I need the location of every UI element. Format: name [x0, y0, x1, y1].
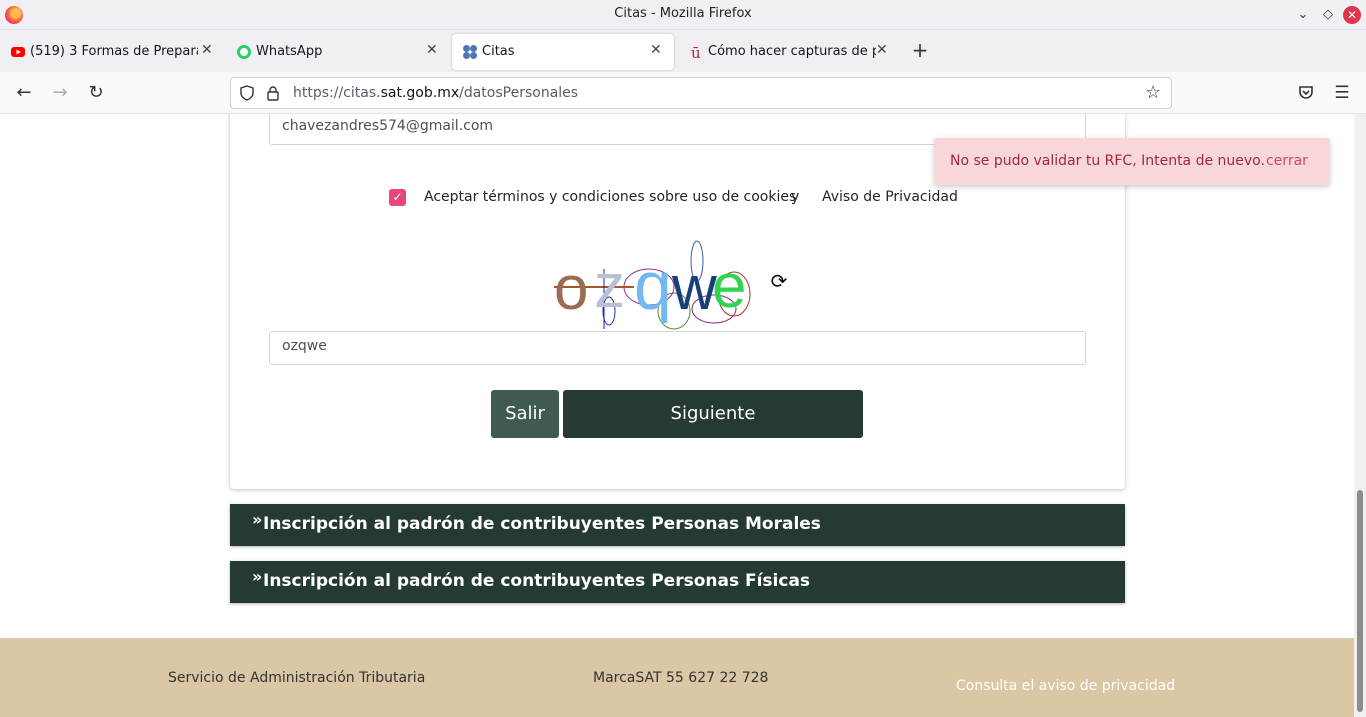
captcha-char-o: o	[554, 254, 588, 323]
shield-icon[interactable]	[239, 85, 255, 101]
close-tab-icon[interactable]: ✕	[650, 42, 662, 58]
maximize-icon[interactable]: ◇	[1319, 6, 1337, 24]
captcha-text-glyphs: o z q w e	[554, 248, 746, 324]
tab-label: Cómo hacer capturas de p	[708, 44, 876, 59]
bookmark-star-icon[interactable]: ☆	[1145, 82, 1161, 103]
new-tab-icon[interactable]: +	[908, 38, 932, 62]
tab-label: WhatsApp	[256, 44, 323, 59]
address-bar[interactable]: https://citas.sat.gob.mx/datosPersonales…	[230, 77, 1172, 109]
terms-checkbox[interactable]: ✓	[389, 189, 406, 206]
citas-icon	[463, 45, 477, 59]
svg-text:ū: ū	[691, 44, 701, 60]
scrollbar-thumb[interactable]	[1357, 490, 1363, 712]
refresh-captcha-icon[interactable]: ⟳	[768, 270, 790, 292]
siguiente-button[interactable]: Siguiente	[563, 390, 863, 438]
accordion-title: Inscripción al padrón de contribuyentes …	[263, 514, 821, 534]
forward-icon[interactable]: →	[49, 82, 71, 104]
captcha-input[interactable]: ozqwe	[269, 331, 1086, 365]
youtube-icon	[11, 47, 25, 57]
tab-label: (519) 3 Formas de Prepara	[30, 44, 198, 59]
terms-label: Aceptar términos y condiciones sobre uso…	[424, 189, 797, 205]
navigation-bar: ← → ↻ https://citas.sat.gob.mx/datosPers…	[0, 72, 1366, 114]
double-chevron-icon: »	[252, 510, 263, 529]
footer-privacy-link[interactable]: Consulta el aviso de privacidad	[956, 678, 1175, 694]
close-tab-icon[interactable]: ✕	[876, 42, 888, 58]
tab-youtube[interactable]: (519) 3 Formas de Prepara ✕	[0, 34, 220, 70]
privacy-link[interactable]: Aviso de Privacidad	[822, 189, 958, 205]
url-text[interactable]: https://citas.sat.gob.mx/datosPersonales	[293, 85, 578, 101]
tab-strip: (519) 3 Formas de Prepara ✕ WhatsApp ✕ C…	[0, 30, 1366, 72]
tab-capturas[interactable]: ū Cómo hacer capturas de p ✕	[678, 34, 900, 70]
terms-connector: y	[791, 189, 800, 205]
accordion-personas-fisicas[interactable]: » Inscripción al padrón de contribuyente…	[230, 561, 1125, 603]
menu-icon[interactable]: ☰	[1331, 82, 1353, 104]
window-titlebar: Citas - Mozilla Firefox ⌄ ◇ ✕	[0, 0, 1366, 30]
toast-message: No se pudo validar tu RFC, Intenta de nu…	[950, 153, 1265, 169]
whatsapp-icon	[237, 45, 251, 59]
close-window-icon[interactable]: ✕	[1343, 6, 1361, 24]
tab-whatsapp[interactable]: WhatsApp ✕	[226, 34, 448, 70]
tab-label: Citas	[482, 44, 515, 59]
error-toast: No se pudo validar tu RFC, Intenta de nu…	[934, 138, 1330, 185]
footer: Servicio de Administración Tributaria Ma…	[0, 638, 1354, 717]
captcha-char-z: z	[594, 252, 625, 321]
captcha-char-e: e	[712, 252, 746, 321]
close-tab-icon[interactable]: ✕	[426, 42, 438, 58]
captcha-char-w: w	[671, 254, 717, 323]
page-content: chavezandres574@gmail.com ✓ Aceptar térm…	[0, 114, 1354, 717]
minimize-icon[interactable]: ⌄	[1294, 6, 1312, 24]
salir-button[interactable]: Salir	[491, 390, 559, 438]
double-chevron-icon: »	[252, 567, 263, 586]
tab-citas[interactable]: Citas ✕	[452, 34, 674, 70]
accordion-title: Inscripción al padrón de contribuyentes …	[263, 571, 811, 591]
reload-icon[interactable]: ↻	[85, 82, 107, 104]
footer-phone: MarcaSAT 55 627 22 728	[593, 670, 769, 686]
window-title: Citas - Mozilla Firefox	[614, 6, 752, 21]
toast-close-button[interactable]: cerrar	[1266, 153, 1308, 169]
footer-org: Servicio de Administración Tributaria	[168, 670, 426, 686]
page-scrollbar[interactable]	[1354, 114, 1366, 717]
back-icon[interactable]: ←	[13, 82, 35, 104]
pocket-icon[interactable]	[1297, 84, 1315, 102]
site-icon: ū	[691, 44, 701, 60]
close-tab-icon[interactable]: ✕	[201, 42, 213, 58]
lock-icon[interactable]	[265, 85, 281, 101]
accordion-personas-morales[interactable]: » Inscripción al padrón de contribuyente…	[230, 504, 1125, 546]
captcha-image: o z q w e	[554, 240, 751, 330]
captcha-char-q: q	[634, 248, 672, 324]
